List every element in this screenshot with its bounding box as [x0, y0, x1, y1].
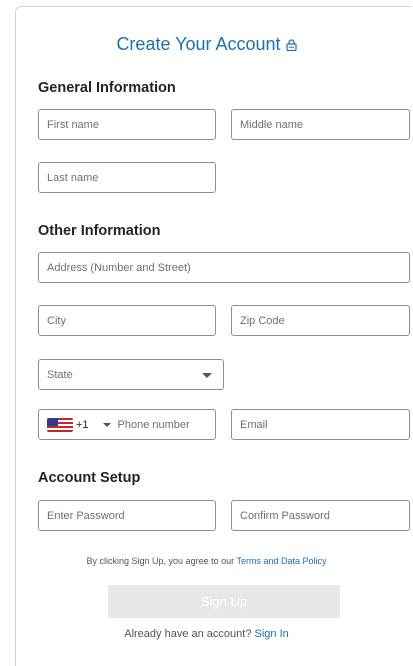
- last-name-field[interactable]: [38, 162, 216, 193]
- first-name-input[interactable]: [47, 110, 215, 139]
- country-dropdown-icon[interactable]: [102, 422, 111, 427]
- country-code[interactable]: +1: [76, 419, 89, 431]
- phone-field[interactable]: +1: [38, 409, 216, 440]
- sign-up-button[interactable]: Sign Up: [108, 585, 340, 618]
- sign-in-prompt: Already have an account? Sign In: [0, 628, 413, 640]
- section-account-heading: Account Setup: [38, 470, 141, 486]
- page-title: Create Your Account: [0, 34, 413, 56]
- address-field[interactable]: [38, 252, 410, 283]
- sign-in-link[interactable]: Sign In: [255, 628, 289, 640]
- sign-in-text: Already have an account?: [124, 628, 252, 640]
- form-card: [15, 6, 411, 666]
- city-input[interactable]: [47, 306, 215, 335]
- middle-name-field[interactable]: [231, 109, 410, 140]
- terms-link[interactable]: Terms and Data Policy: [236, 556, 326, 566]
- phone-input[interactable]: [117, 410, 208, 439]
- middle-name-input[interactable]: [240, 110, 409, 139]
- state-select[interactable]: State: [38, 359, 224, 390]
- password-input[interactable]: [47, 501, 215, 530]
- state-select-value: State: [47, 368, 73, 381]
- terms-notice: By clicking Sign Up, you agree to our Te…: [0, 556, 413, 566]
- terms-text: By clicking Sign Up, you agree to our: [86, 556, 235, 566]
- city-field[interactable]: [38, 305, 216, 336]
- first-name-field[interactable]: [38, 109, 216, 140]
- section-general-heading: General Information: [38, 80, 176, 96]
- last-name-input[interactable]: [47, 163, 215, 192]
- email-input[interactable]: [240, 410, 409, 439]
- zip-code-input[interactable]: [240, 306, 409, 335]
- confirm-password-input[interactable]: [240, 501, 409, 530]
- address-input[interactable]: [47, 253, 409, 282]
- password-field[interactable]: [38, 500, 216, 531]
- email-field[interactable]: [231, 409, 410, 440]
- confirm-password-field[interactable]: [231, 500, 410, 531]
- section-other-heading: Other Information: [38, 223, 161, 239]
- zip-code-field[interactable]: [231, 305, 410, 336]
- chevron-down-icon: [202, 373, 212, 378]
- page-title-text: Create Your Account: [116, 34, 281, 54]
- us-flag-icon[interactable]: [47, 417, 73, 432]
- lock-icon: [285, 35, 297, 56]
